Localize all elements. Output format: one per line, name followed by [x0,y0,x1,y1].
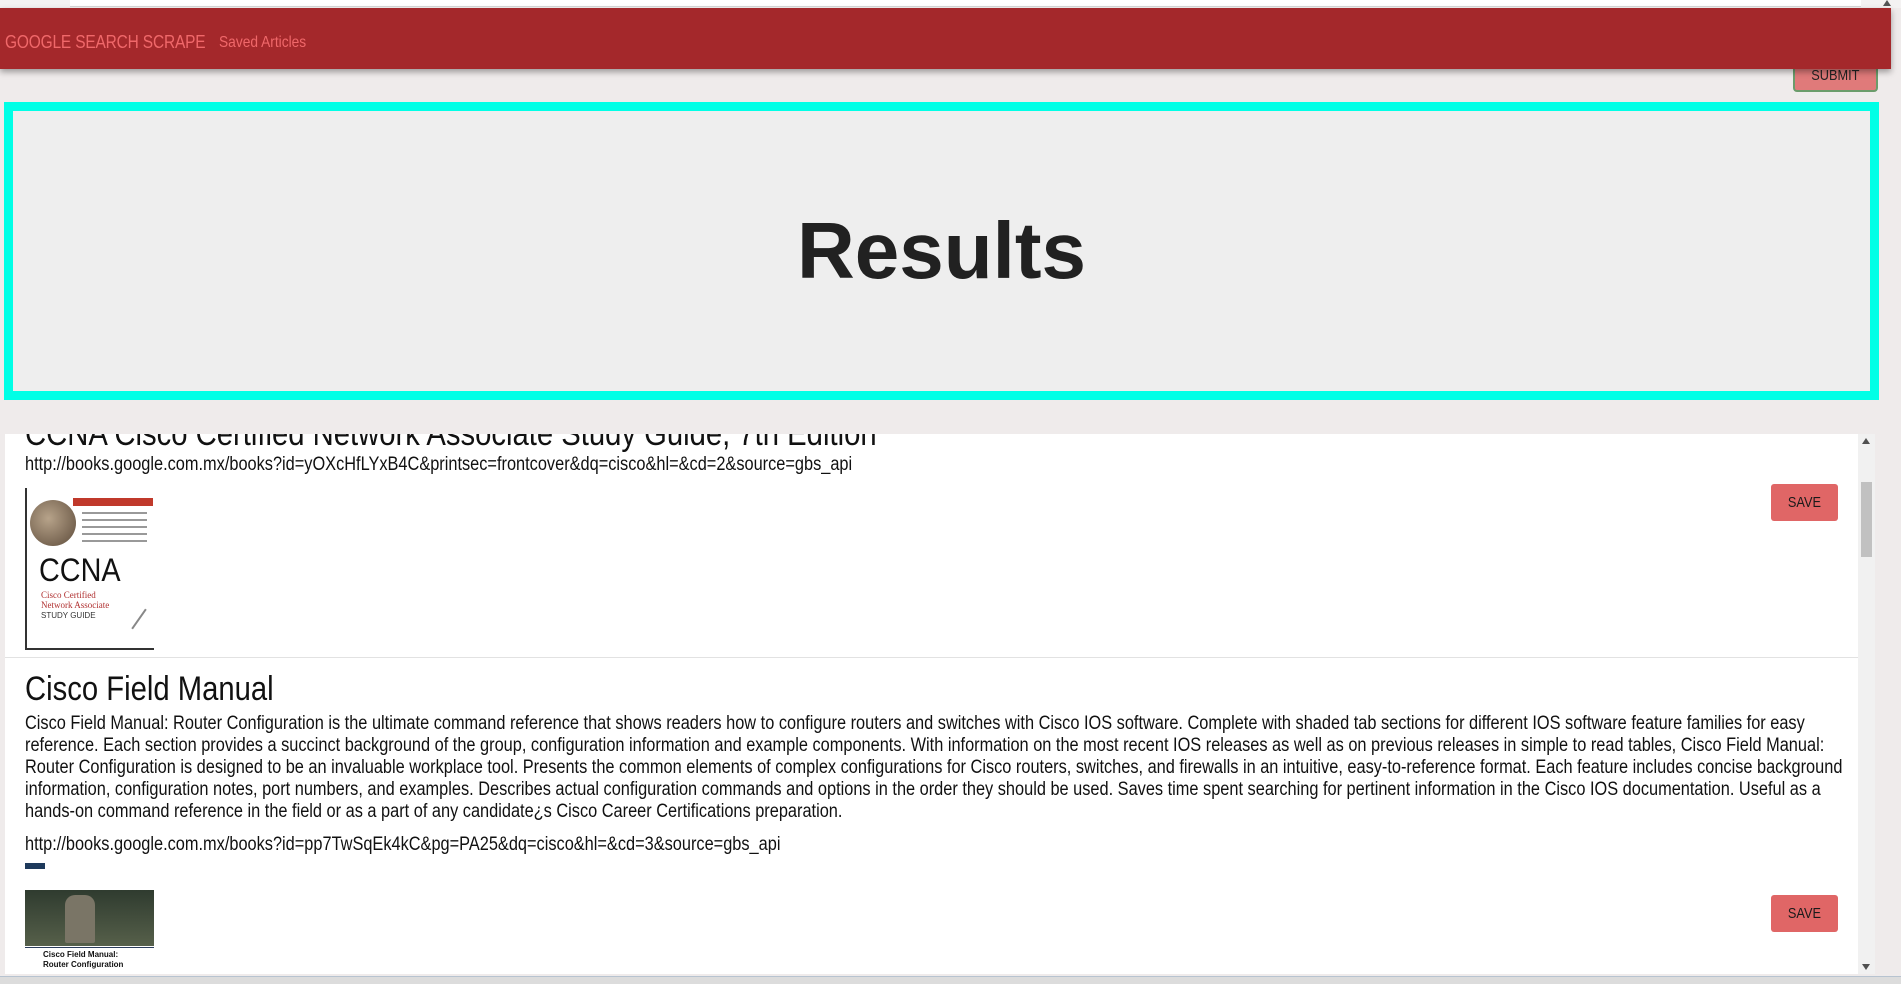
cover-tag: STUDY GUIDE [41,611,96,620]
save-button[interactable]: SAVE [1771,484,1838,521]
article-title: Cisco Field Manual [25,670,274,708]
cover-title-line: Cisco Field Manual: [43,950,119,959]
cover-figure [65,895,95,943]
article-link[interactable]: http://books.google.com.mx/books?id=yOXc… [25,454,852,476]
pen-icon [131,608,147,630]
scroll-up-icon[interactable] [1883,0,1891,6]
cover-rule [25,947,154,948]
nav-link-saved-articles[interactable]: Saved Articles [219,34,306,52]
cover-subtitle-line: Cisco Certified [41,590,96,600]
results-list[interactable]: CCNA Cisco Certified Network Associate S… [5,434,1875,974]
cover-bullet-lines [82,512,147,547]
cover-title-line: Router Configuration [43,960,124,969]
scroll-up-arrow-icon[interactable] [1862,438,1870,444]
save-button-label: SAVE [1787,494,1822,511]
article-item: Cisco Field Manual Cisco Field Manual: R… [5,658,1858,974]
book-cover-image: Cisco Field Manual: Router Configuration [25,863,154,974]
scroll-down-arrow-icon[interactable] [1862,964,1870,970]
save-button-label: SAVE [1787,905,1822,922]
results-scrollbar[interactable] [1858,434,1875,974]
cover-title: CCNA [39,552,121,588]
article-description: Cisco Field Manual: Router Configuration… [25,713,1843,822]
cover-title: Cisco Field Manual: Router Configuration [43,950,123,970]
book-cover-image: CCNA Cisco Certified Network Associate S… [25,488,154,650]
cover-subtitle: Cisco Certified Network Associate [41,590,109,610]
article-item: CCNA Cisco Certified Network Associate S… [5,434,1858,656]
results-banner: Results [4,102,1879,400]
cover-subtitle-line: Network Associate [41,600,110,610]
article-link[interactable]: http://books.google.com.mx/books?id=pp7T… [25,834,780,856]
navbar: GOOGLE SEARCH SCRAPE Saved Articles [0,8,1891,69]
scrollbar-thumb[interactable] [1861,482,1872,557]
page: GOOGLE SEARCH SCRAPE Saved Articles SUBM… [0,0,1901,984]
cover-header-band [73,498,153,506]
results-heading: Results [797,206,1086,295]
cover-photo [30,500,76,546]
cover-logo-bar [25,863,45,869]
save-button[interactable]: SAVE [1771,895,1838,932]
submit-button-label: SUBMIT [1811,67,1860,84]
address-bar-edge [70,0,1861,7]
browser-top-strip [0,0,1901,8]
taskbar-edge [0,976,1901,984]
article-title: CCNA Cisco Certified Network Associate S… [25,434,877,453]
brand-link[interactable]: GOOGLE SEARCH SCRAPE [5,32,206,53]
